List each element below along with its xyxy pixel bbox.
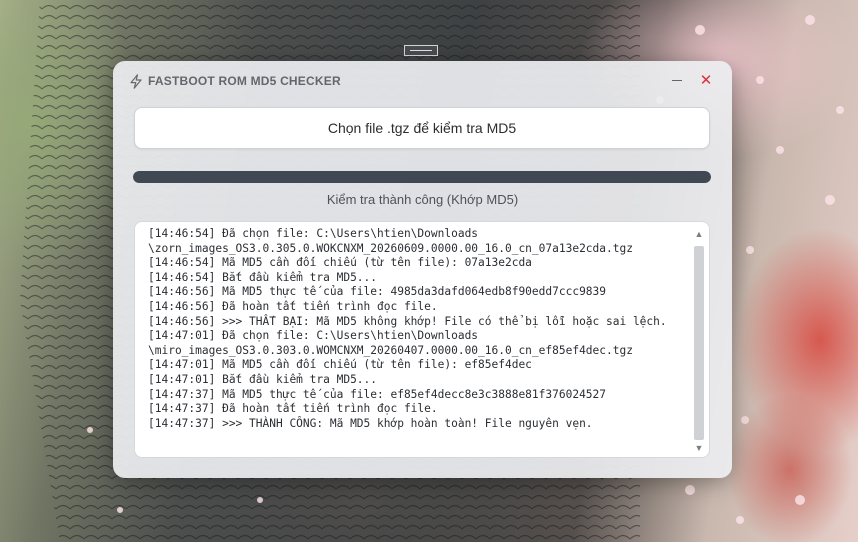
log-line: [14:46:56] Mã MD5 thực tế của file: 4985… <box>148 285 607 299</box>
log-area[interactable]: [14:46:54] Đã chọn file: C:\Users\htien\… <box>134 221 710 458</box>
log-line: [14:47:37] Đã hoàn tất tiến trình đọc fi… <box>148 402 438 416</box>
log-scrollbar[interactable]: ▲ ▼ <box>692 226 706 454</box>
log-lines: [14:46:54] Đã chọn file: C:\Users\htien\… <box>148 227 687 431</box>
log-line: [14:46:54] Đã chọn file: C:\Users\htien\… <box>148 227 479 240</box>
choose-file-button[interactable]: Chọn file .tgz để kiểm tra MD5 <box>134 107 710 149</box>
log-line: [14:47:37] Mã MD5 thực tế của file: ef85… <box>148 387 607 401</box>
status-text: Kiểm tra thành công (Khớp MD5) <box>326 192 519 207</box>
progress-fill <box>133 171 711 183</box>
title-bar[interactable]: FASTBOOT ROM MD5 CHECKER ✕ <box>113 61 732 101</box>
minimize-button[interactable] <box>666 71 688 91</box>
log-line: [14:46:54] Mã MD5 cần đối chiếu (từ tên … <box>148 256 532 270</box>
scroll-down-icon[interactable]: ▼ <box>692 442 706 454</box>
app-title: FASTBOOT ROM MD5 CHECKER <box>148 74 341 88</box>
log-line: [14:46:56] >>> THẤT BẠI: Mã MD5 không kh… <box>148 314 667 328</box>
progress-bar <box>133 171 711 183</box>
minimize-icon <box>672 80 682 82</box>
log-line: [14:46:54] Bắt đầu kiểm tra MD5... <box>148 270 378 284</box>
log-line: \zorn_images_OS3.0.305.0.WOKCNXM_2026060… <box>148 241 633 255</box>
log-line: [14:46:56] Đã hoàn tất tiến trình đọc fi… <box>148 299 438 313</box>
scroll-up-icon[interactable]: ▲ <box>692 228 706 240</box>
scroll-thumb[interactable] <box>694 246 704 440</box>
log-line: [14:47:37] >>> THÀNH CÔNG: Mã MD5 khớp h… <box>148 416 593 430</box>
app-window: FASTBOOT ROM MD5 CHECKER ✕ Chọn file .tg… <box>113 61 732 478</box>
log-line: [14:47:01] Mã MD5 cần đối chiếu (từ tên … <box>148 358 532 372</box>
lightning-icon <box>130 74 142 89</box>
close-button[interactable]: ✕ <box>695 71 717 91</box>
log-line: [14:47:01] Bắt đầu kiểm tra MD5... <box>148 372 378 386</box>
drag-handle[interactable] <box>404 45 438 56</box>
log-line: [14:47:01] Đã chọn file: C:\Users\htien\… <box>148 329 479 343</box>
log-line: \miro_images_OS3.0.303.0.WOMCNXM_2026040… <box>148 343 633 357</box>
